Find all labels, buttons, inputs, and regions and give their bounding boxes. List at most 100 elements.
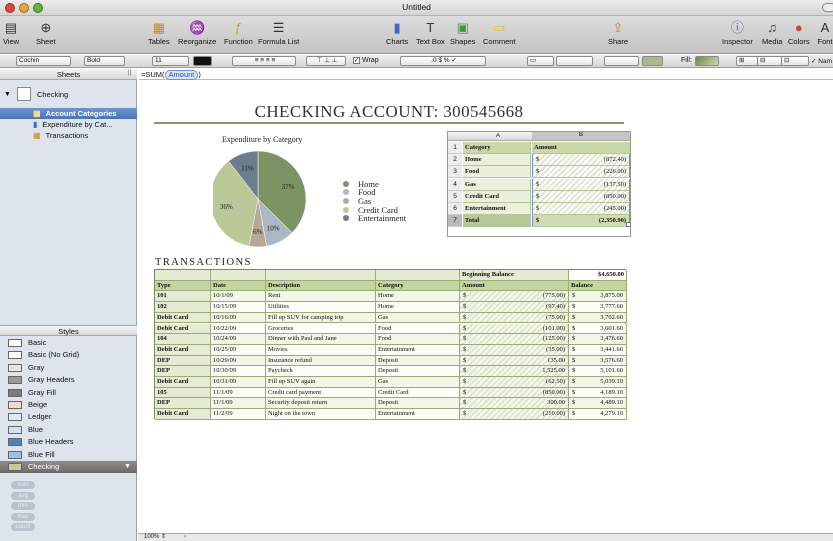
row-number[interactable]: 1: [448, 142, 462, 154]
category-cell[interactable]: Total: [463, 215, 531, 228]
date-cell[interactable]: 11/1/09: [211, 387, 266, 399]
amount-cell[interactable]: Amount: [532, 142, 630, 154]
style-ledger[interactable]: Ledger: [0, 411, 137, 423]
date-cell[interactable]: 10/31/09: [211, 377, 266, 388]
category-cell[interactable]: Food: [376, 334, 460, 345]
zoom-select[interactable]: 100% ⇕: [144, 534, 166, 541]
style-menu-icon[interactable]: ▼: [124, 461, 131, 473]
style-basic[interactable]: Basic: [0, 337, 137, 349]
category-cell[interactable]: Deposit: [376, 355, 460, 367]
category-cell[interactable]: Entertainment: [376, 409, 460, 420]
category-cell[interactable]: Credit Card: [376, 387, 460, 399]
balance-cell[interactable]: $3,576.60: [569, 355, 627, 367]
category-cell[interactable]: Entertainment: [463, 203, 531, 215]
amount-cell[interactable]: $ (97.40): [460, 302, 569, 313]
row-number[interactable]: 6: [448, 203, 462, 215]
column-header-description[interactable]: Description: [266, 280, 376, 292]
column-header-type[interactable]: Type: [155, 280, 211, 292]
category-cell[interactable]: Entertainment: [376, 344, 460, 356]
fill-gradient-well[interactable]: [695, 56, 719, 66]
row-number[interactable]: 5: [448, 190, 462, 203]
amount-cell[interactable]: $ (775.00): [460, 291, 569, 303]
chart-title[interactable]: Expenditure by Category: [222, 135, 302, 144]
balance-cell[interactable]: $3,777.60: [569, 302, 627, 313]
text-color-well[interactable]: [193, 56, 212, 66]
description-cell[interactable]: Insurance refund: [266, 355, 376, 367]
border-width-select[interactable]: [556, 56, 593, 66]
balance-cell[interactable]: $3,702.60: [569, 312, 627, 324]
font-family-select[interactable]: Cochin: [16, 56, 71, 66]
column-header-date[interactable]: Date: [211, 280, 266, 292]
toolbar-reorganize-button[interactable]: ♒ Reorganize: [178, 19, 216, 46]
description-cell[interactable]: Dinner with Paul and Jane: [266, 334, 376, 345]
category-cell[interactable]: Gas: [376, 312, 460, 324]
date-cell[interactable]: 10/1/09: [211, 291, 266, 303]
toolbar-tables-button[interactable]: ▦ Tables: [148, 19, 170, 46]
empty-cell[interactable]: [376, 270, 460, 281]
function-max-button[interactable]: max: [11, 512, 35, 521]
sidebar-item-transactions[interactable]: ▦ Transactions: [0, 130, 137, 141]
beginning-balance-label[interactable]: Beginning Balance: [460, 270, 569, 281]
description-cell[interactable]: Night on the town: [266, 409, 376, 420]
style-checking[interactable]: Checking ▼: [0, 461, 137, 473]
category-cell[interactable]: Food: [376, 323, 460, 335]
border-style-select[interactable]: ▭: [527, 56, 554, 66]
legend-item-entertainment[interactable]: Entertainment: [343, 213, 406, 223]
amount-cell[interactable]: $ (62.50): [460, 377, 569, 388]
style-blue-headers[interactable]: Blue Headers: [0, 436, 137, 448]
amount-cell[interactable]: $ (125.00): [460, 334, 569, 345]
style-gray-fill[interactable]: Gray Fill: [0, 387, 137, 399]
column-header-category[interactable]: Category: [376, 280, 460, 292]
wrap-checkbox[interactable]: ✓ Wrap: [353, 57, 379, 64]
category-cell[interactable]: Home: [376, 291, 460, 303]
toolbar-function-button[interactable]: ƒ Function: [224, 19, 253, 46]
style-gray[interactable]: Gray: [0, 362, 137, 374]
type-cell[interactable]: 102: [155, 302, 211, 313]
amount-cell[interactable]: $ (2,350.90): [532, 215, 630, 228]
amount-cell[interactable]: $ (850.00): [460, 387, 569, 399]
style-beige[interactable]: Beige: [0, 399, 137, 411]
amount-cell[interactable]: $ (872.40): [532, 154, 630, 167]
date-cell[interactable]: 10/22/09: [211, 323, 266, 335]
row-number[interactable]: 3: [448, 166, 462, 179]
category-cell[interactable]: Category: [463, 142, 531, 154]
cell-fill-well[interactable]: [642, 56, 663, 66]
toolbar-shapes-button[interactable]: ▣ Shapes: [450, 19, 475, 46]
pie-chart[interactable]: 37% 10% 6% 36% 11%: [213, 149, 333, 249]
category-cell[interactable]: Gas: [463, 178, 531, 191]
toolbar-inspector-button[interactable]: ⓘ Inspector: [722, 19, 753, 46]
description-cell[interactable]: Fill up SUV for camping trip: [266, 312, 376, 324]
type-cell[interactable]: Debit Card: [155, 377, 211, 388]
type-cell[interactable]: Debit Card: [155, 344, 211, 356]
balance-cell[interactable]: $5,039.10: [569, 377, 627, 388]
balance-cell[interactable]: $4,489.10: [569, 398, 627, 410]
toolbar-charts-button[interactable]: ▮ Charts: [386, 19, 408, 46]
date-cell[interactable]: 11/2/09: [211, 409, 266, 420]
toolbar-toggle-button[interactable]: [822, 3, 833, 12]
column-header-a[interactable]: A: [464, 133, 532, 139]
row-number[interactable]: 7: [448, 215, 462, 228]
toolbar-share-button[interactable]: ⇪ Share: [608, 19, 628, 46]
description-cell[interactable]: Rent: [266, 291, 376, 303]
transactions-table[interactable]: Beginning Balance $4,650.00 Type Date Descri…: [154, 269, 627, 420]
amount-cell[interactable]: $ (101.00): [460, 323, 569, 335]
category-cell[interactable]: Gas: [376, 377, 460, 388]
sidebar-item-expenditure-by-cat-[interactable]: ▮ Expenditure by Cat...: [0, 119, 137, 130]
description-cell[interactable]: Groceries: [266, 323, 376, 335]
category-cell[interactable]: Home: [463, 154, 531, 167]
toolbar-formula-list-button[interactable]: ☰ Formula List: [258, 19, 299, 46]
type-cell[interactable]: DEP: [155, 398, 211, 410]
style-basic-no-grid-[interactable]: Basic (No Grid): [0, 349, 137, 361]
page-view-button[interactable]: ▫: [184, 534, 186, 541]
amount-cell[interactable]: $ (137.50): [532, 178, 630, 191]
name-checkbox[interactable]: ✓ Nam: [811, 57, 832, 65]
toolbar-comment-button[interactable]: ▭ Comment: [483, 19, 516, 46]
font-style-select[interactable]: Bold: [84, 56, 125, 66]
amount-cell[interactable]: $1,525.00: [460, 366, 569, 377]
type-cell[interactable]: DEP: [155, 355, 211, 367]
style-blue-fill[interactable]: Blue Fill: [0, 449, 137, 461]
font-size-field[interactable]: 11: [152, 56, 189, 66]
category-cell[interactable]: Food: [463, 166, 531, 179]
sheet-checking[interactable]: ▼ Checking: [0, 86, 137, 102]
date-cell[interactable]: 10/29/09: [211, 355, 266, 367]
